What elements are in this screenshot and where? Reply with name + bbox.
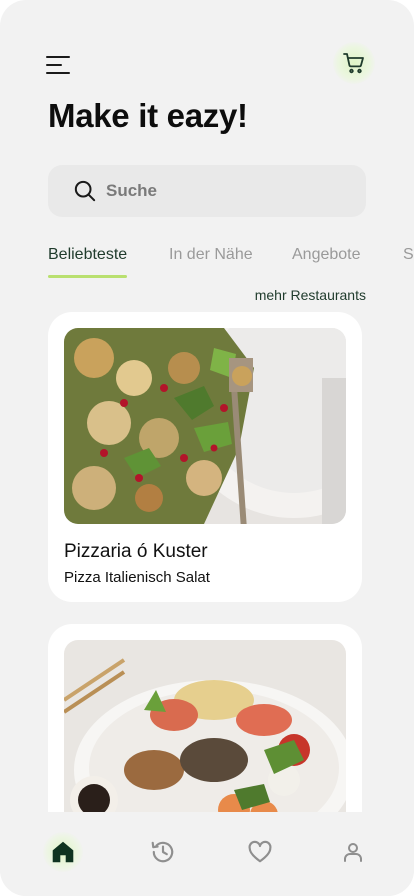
tab-in-der-naehe[interactable]: In der Nähe [169, 246, 253, 264]
hamburger-menu-icon[interactable] [46, 55, 72, 75]
tab-beliebteste[interactable]: Beliebteste [48, 246, 127, 264]
nav-home[interactable] [43, 832, 83, 872]
nav-history[interactable] [143, 832, 183, 872]
heart-icon [248, 840, 272, 863]
cart-icon [343, 53, 364, 74]
user-icon [344, 843, 362, 862]
active-tab-indicator [48, 275, 127, 278]
restaurant-card[interactable]: Pizzaria ó Kuster Pizza Italienisch Sala… [48, 312, 362, 602]
bottom-navigation [0, 812, 414, 896]
cart-button[interactable] [333, 42, 375, 84]
nav-profile[interactable] [333, 832, 373, 872]
app-screen: Make it eazy! Beliebteste In der Nähe An… [0, 0, 414, 896]
tab-partial[interactable]: S [403, 246, 414, 264]
search-icon [74, 180, 96, 202]
nav-favorites[interactable] [240, 832, 280, 872]
search-input[interactable] [104, 180, 328, 202]
restaurant-name: Pizzaria ó Kuster [64, 541, 208, 562]
restaurant-cuisine: Pizza Italienisch Salat [64, 569, 210, 586]
cauliflower-salad-photo [64, 328, 346, 524]
home-icon [52, 841, 74, 863]
tab-angebote[interactable]: Angebote [292, 246, 361, 264]
page-title: Make it eazy! [48, 97, 248, 134]
more-restaurants-link[interactable]: mehr Restaurants [255, 287, 366, 303]
history-icon [151, 841, 174, 863]
search-bar[interactable] [48, 165, 366, 217]
